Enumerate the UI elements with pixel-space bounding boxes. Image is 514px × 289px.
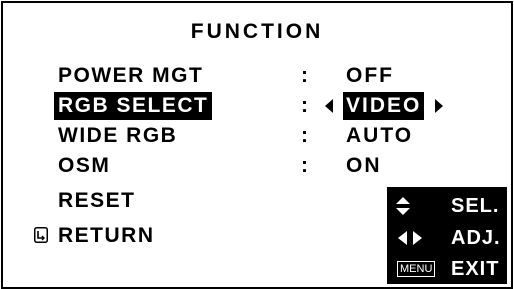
- help-select: SEL.: [387, 193, 507, 219]
- arrow-left-icon[interactable]: [325, 99, 333, 113]
- separator: :: [301, 64, 308, 87]
- menu-item-rgb-select[interactable]: RGB SELECT : VIDEO: [54, 92, 498, 120]
- separator: :: [301, 154, 308, 177]
- up-down-icon: [396, 197, 410, 215]
- left-right-icon: [398, 231, 422, 245]
- separator: :: [301, 94, 308, 117]
- menu-item-label: OSM: [58, 154, 111, 177]
- menu-item-label: RGB SELECT: [54, 92, 213, 120]
- menu-item-power-mgt[interactable]: POWER MGT : OFF: [58, 62, 498, 90]
- menu-item-label: WIDE RGB: [58, 124, 178, 147]
- function-osd-menu: FUNCTION POWER MGT : OFF RGB SELECT : VI…: [0, 0, 514, 289]
- menu-item-value: AUTO: [346, 124, 414, 147]
- return-icon: [34, 227, 48, 243]
- help-exit: MENU EXIT: [387, 256, 507, 282]
- menu-item-label: RETURN: [58, 224, 155, 247]
- exit-label: EXIT: [451, 258, 500, 280]
- key-help-panel: SEL. ADJ. MENU EXIT: [387, 187, 507, 284]
- menu-item-wide-rgb[interactable]: WIDE RGB : AUTO: [58, 122, 498, 150]
- arrow-right-icon[interactable]: [435, 99, 443, 113]
- separator: :: [301, 124, 308, 147]
- menu-item-value: ON: [346, 154, 382, 177]
- menu-key-icon: MENU: [397, 261, 436, 277]
- menu-item-label: RESET: [58, 189, 136, 212]
- menu-item-value: VIDEO: [343, 92, 425, 120]
- select-label: SEL.: [451, 195, 500, 217]
- menu-title: FUNCTION: [190, 20, 324, 43]
- adjust-label: ADJ.: [451, 227, 501, 249]
- help-adjust: ADJ.: [387, 225, 507, 251]
- menu-item-label: POWER MGT: [58, 64, 204, 87]
- menu-item-value: OFF: [346, 64, 394, 87]
- menu-item-osm[interactable]: OSM : ON: [58, 152, 498, 180]
